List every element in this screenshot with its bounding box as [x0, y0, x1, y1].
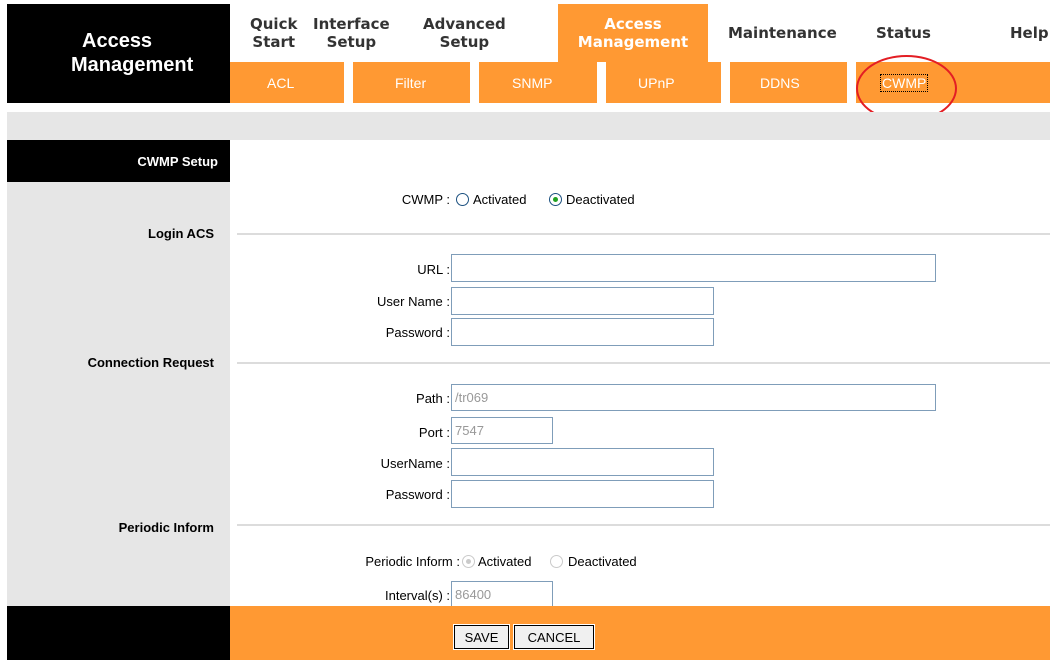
periodic-deactivated-radio[interactable]: [550, 555, 563, 568]
section-label-connection-request: Connection Request: [87, 355, 214, 370]
interval-input[interactable]: [451, 581, 553, 607]
tab-label-line2: Setup: [439, 33, 490, 51]
tab-label-line1: Access: [604, 15, 662, 33]
periodic-deactivated-label: Deactivated: [568, 554, 637, 569]
divider-login-acs: [237, 233, 1050, 235]
tab-label: Help: [1010, 24, 1049, 42]
tab-interface-setup[interactable]: Interface Setup: [313, 4, 390, 62]
tab-label-line2: Start: [252, 33, 296, 51]
header: Access Management Quick Start Interface Se…: [0, 0, 1050, 122]
subnav-item-filter[interactable]: Filter: [395, 62, 426, 103]
port-input[interactable]: [451, 417, 553, 444]
save-button[interactable]: SAVE: [453, 624, 510, 650]
connection-password-label: Password :: [385, 487, 450, 502]
tab-label-line1: Quick: [250, 15, 298, 33]
tab-maintenance[interactable]: Maintenance: [728, 4, 837, 62]
login-password-label: Password :: [385, 325, 450, 340]
login-username-label: User Name :: [377, 294, 450, 309]
tab-label-line2: Management: [577, 33, 689, 51]
subnav-item-upnp[interactable]: UPnP: [638, 62, 675, 103]
section-label-login-acs: Login ACS: [148, 226, 214, 241]
tab-advanced-setup[interactable]: Advanced Setup: [423, 4, 506, 62]
brand-block: Access Management: [7, 4, 230, 103]
login-password-input[interactable]: [451, 318, 714, 346]
periodic-inform-label: Periodic Inform :: [365, 554, 460, 569]
connection-username-label: UserName :: [380, 456, 450, 471]
divider-connection-request: [237, 362, 1050, 364]
tab-access-management[interactable]: Access Management: [558, 4, 708, 62]
url-input[interactable]: [451, 254, 936, 282]
tab-label-line2: Setup: [326, 33, 377, 51]
left-section-panel: CWMP Setup Login ACS Connection Request …: [7, 140, 230, 606]
subnav-item-ddns[interactable]: DDNS: [760, 62, 800, 103]
connection-password-input[interactable]: [451, 480, 714, 508]
path-label: Path :: [416, 391, 450, 406]
tab-status[interactable]: Status: [876, 4, 931, 62]
cwmp-label: CWMP :: [401, 192, 450, 207]
section-title-cwmp-setup: CWMP Setup: [7, 140, 230, 182]
spacer-bar: [7, 112, 1050, 140]
tab-label-line1: Interface: [313, 15, 390, 33]
path-input[interactable]: [451, 384, 936, 411]
tab-label: Status: [876, 24, 931, 42]
url-label: URL :: [417, 262, 450, 277]
subnav-item-acl[interactable]: ACL: [267, 62, 294, 103]
tab-label-line1: Advanced: [423, 15, 506, 33]
connection-username-input[interactable]: [451, 448, 714, 476]
subnav-item-snmp[interactable]: SNMP: [512, 62, 552, 103]
tab-label: Maintenance: [728, 24, 837, 42]
periodic-activated-radio[interactable]: [462, 555, 475, 568]
cwmp-deactivated-radio[interactable]: [549, 193, 562, 206]
brand-title-line2: Management: [71, 54, 194, 76]
brand-title-line1: Access: [82, 30, 153, 52]
interval-label: Interval(s) :: [384, 588, 450, 603]
footer-action-bar: [230, 606, 1050, 660]
subnav-separator: [597, 62, 606, 103]
tab-help[interactable]: Help: [1010, 4, 1049, 62]
cwmp-deactivated-label: Deactivated: [566, 192, 635, 207]
periodic-activated-label: Activated: [478, 554, 532, 569]
cwmp-activated-label: Activated: [473, 192, 527, 207]
footer-left-block: [7, 606, 230, 660]
subnav-separator: [847, 62, 856, 103]
top-navigation: Quick Start Interface Setup Advanced Setup …: [230, 4, 1050, 62]
divider-periodic-inform: [237, 524, 1050, 526]
subnav-separator: [470, 62, 479, 103]
port-label: Port :: [418, 425, 450, 440]
login-username-input[interactable]: [451, 287, 714, 315]
tab-quick-start[interactable]: Quick Start: [250, 4, 297, 62]
cwmp-activated-radio[interactable]: [456, 193, 469, 206]
subnav-separator: [721, 62, 730, 103]
cancel-button[interactable]: CANCEL: [513, 624, 595, 650]
section-label-periodic-inform: Periodic Inform: [118, 520, 214, 535]
subnav-separator: [344, 62, 353, 103]
